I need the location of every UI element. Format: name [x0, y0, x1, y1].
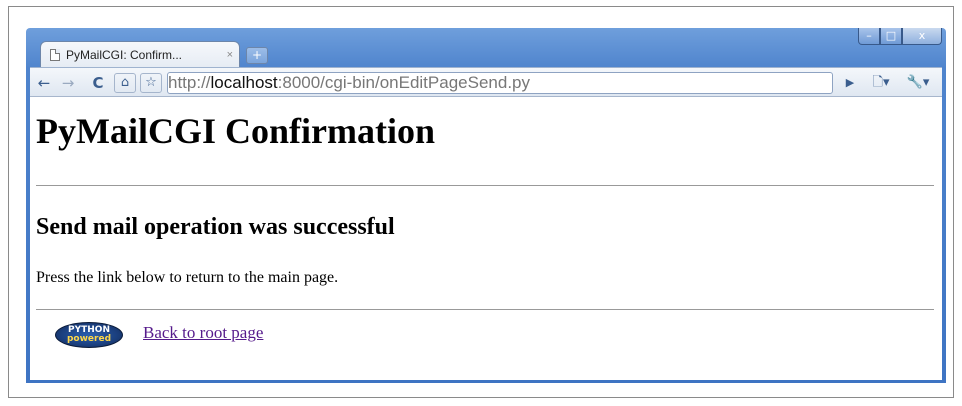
home-icon[interactable]: ⌂	[114, 73, 136, 93]
python-powered-logo: PYTHON powered	[55, 322, 123, 348]
reload-icon[interactable]: C	[88, 73, 108, 93]
divider-bottom	[36, 309, 934, 310]
page-menu-icon[interactable]: 🗋▾	[868, 73, 894, 93]
divider	[36, 185, 934, 186]
tab-active[interactable]: PyMailCGI: Confirm... ×	[40, 41, 240, 67]
url-text: http://localhost:8000/cgi-bin/onEditPage…	[168, 73, 530, 92]
page-title: PyMailCGI Confirmation	[36, 111, 435, 151]
close-window-icon[interactable]: x	[902, 28, 942, 45]
page-icon	[50, 48, 60, 61]
status-heading: Send mail operation was successful	[36, 214, 395, 240]
page-content: PyMailCGI Confirmation Send mail operati…	[30, 97, 942, 380]
browser-window: PyMailCGI: Confirm... × + – □ x ← → C ⌂ …	[26, 28, 946, 383]
tab-close-icon[interactable]: ×	[227, 49, 233, 61]
maximize-icon[interactable]: □	[880, 28, 902, 45]
address-bar[interactable]: http://localhost:8000/cgi-bin/onEditPage…	[167, 72, 833, 94]
bookmark-star-icon[interactable]: ☆	[140, 73, 162, 93]
forward-arrow-icon[interactable]: →	[58, 73, 78, 93]
wrench-icon[interactable]: 🔧▾	[904, 73, 932, 93]
new-tab-button[interactable]: +	[246, 47, 268, 64]
instruction-text: Press the link below to return to the ma…	[36, 269, 339, 286]
back-to-root-link[interactable]: Back to root page	[143, 323, 263, 343]
back-arrow-icon[interactable]: ←	[34, 73, 54, 93]
tab-title: PyMailCGI: Confirm...	[66, 47, 183, 62]
play-icon[interactable]: ▶	[840, 73, 860, 93]
browser-toolbar: ← → C ⌂ ☆ http://localhost:8000/cgi-bin/…	[30, 67, 942, 97]
window-controls: – □ x	[858, 28, 942, 46]
minimize-icon[interactable]: –	[858, 28, 880, 45]
